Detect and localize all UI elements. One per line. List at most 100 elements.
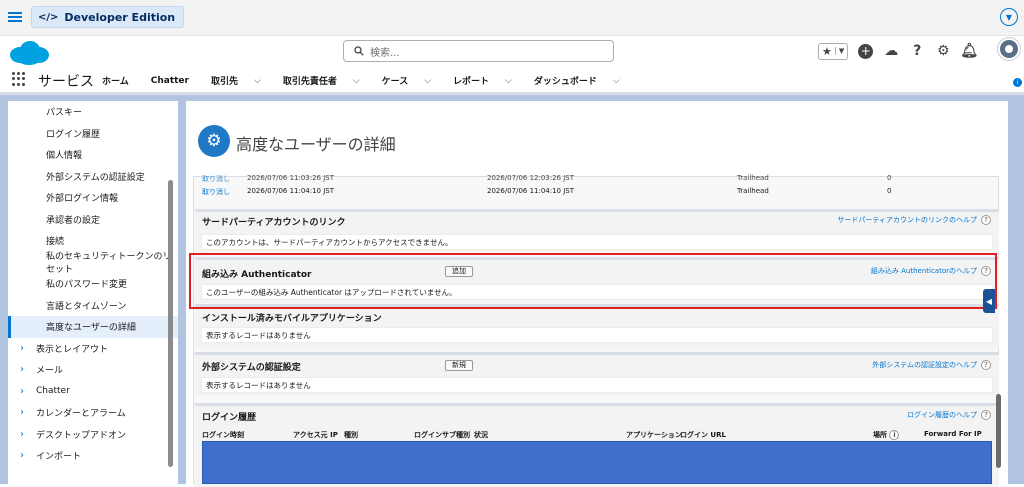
sidebar-item[interactable]: 外部ログイン情報 xyxy=(8,187,178,209)
edition-label: Developer Edition xyxy=(64,10,176,24)
help-link[interactable]: ログイン履歴のヘルプ? xyxy=(907,410,991,420)
column-header[interactable]: ログイン URL xyxy=(680,430,726,440)
chevron-down-icon: ▼ xyxy=(834,47,847,55)
sidebar-group[interactable]: › インポート xyxy=(8,445,178,467)
info-icon[interactable]: i xyxy=(1013,78,1022,87)
sidebar-group-label: Chatter xyxy=(36,386,70,397)
column-header[interactable]: ログインサブ種別 xyxy=(414,430,470,440)
nav-item[interactable]: レポート ⌵ xyxy=(453,74,512,88)
nav-item[interactable]: 取引先 ⌵ xyxy=(211,74,261,88)
global-actions-icon[interactable]: + xyxy=(858,43,874,59)
sidebar-group[interactable]: › Chatter xyxy=(8,381,178,403)
nav-item-label: ダッシュボード xyxy=(533,77,597,87)
chevron-right-icon: › xyxy=(20,407,24,419)
nav-item-label: Chatter xyxy=(150,75,189,86)
column-header[interactable]: アプリケーション xyxy=(626,430,682,440)
table-row: 取り消し 2026/07/06 11:03:26 JST 2026/07/06 … xyxy=(202,174,891,184)
row-date: 2026/07/06 11:04:10 JST xyxy=(487,187,575,195)
third-party-section: サードパーティアカウントのリンク サードパーティアカウントのリンクのヘルプ? こ… xyxy=(195,209,999,253)
app-launcher-icon[interactable] xyxy=(12,72,26,86)
sidebar-group[interactable]: › 表示とレイアウト xyxy=(8,338,178,360)
help-icon[interactable]: ? xyxy=(909,43,925,59)
nav-item[interactable]: ダッシュボード ⌵ xyxy=(533,74,620,88)
chevron-down-icon[interactable]: ▼ xyxy=(1000,8,1018,26)
main-scrollbar[interactable] xyxy=(996,394,1001,468)
new-button[interactable]: 新規 xyxy=(445,360,473,371)
sidebar-group[interactable]: › デスクトップアドオン xyxy=(8,424,178,446)
sidebar-group[interactable]: › メール xyxy=(8,359,178,381)
chevron-down-icon[interactable]: ⌵ xyxy=(505,76,512,86)
star-icon: ★ xyxy=(822,44,832,58)
nav-items: ホーム Chatter 取引先 ⌵ 取引先責任者 ⌵ ケース ⌵ レポート ⌵ ダッシュボード ⌵ xyxy=(102,74,642,88)
chevron-down-icon[interactable]: ⌵ xyxy=(254,76,261,86)
nav-item[interactable]: ホーム xyxy=(102,74,129,87)
chevron-right-icon: › xyxy=(20,450,24,462)
column-header[interactable]: アクセス元 IP xyxy=(293,430,338,440)
search-icon xyxy=(354,46,364,56)
section-body: このアカウントは、サードパーティアカウントからアクセスできません。 xyxy=(201,234,993,250)
sidebar-item[interactable]: 私のパスワード変更 xyxy=(8,273,178,295)
revoke-link[interactable]: 取り消し xyxy=(202,187,247,197)
edition-tab[interactable]: </> Developer Edition xyxy=(31,6,185,28)
column-header[interactable]: 場所 i xyxy=(873,430,900,440)
chevron-right-icon: › xyxy=(20,385,24,397)
revoke-link[interactable]: 取り消し xyxy=(202,174,247,184)
login-history-header: ログイン時刻 アクセス元 IP 種別 ログインサブ種別 状況 アプリケーション … xyxy=(202,430,992,440)
code-icon: </> xyxy=(38,11,59,23)
section-title: インストール済みモバイルアプリケーション xyxy=(202,314,382,324)
help-icon: ? xyxy=(981,360,991,370)
avatar[interactable] xyxy=(998,38,1020,60)
chevron-down-icon[interactable]: ⌵ xyxy=(353,76,360,86)
column-header[interactable]: 状況 xyxy=(474,430,488,440)
favorites-button[interactable]: ★ ▼ xyxy=(818,42,849,60)
sidebar-item[interactable]: 承認者の設定 xyxy=(8,209,178,231)
column-header[interactable]: Forward For IP xyxy=(924,430,982,438)
chevron-right-icon: › xyxy=(20,342,24,354)
nav-item[interactable]: Chatter xyxy=(151,74,189,87)
sidebar-item[interactable]: 高度なユーザーの詳細 xyxy=(8,316,178,338)
column-label: 場所 xyxy=(873,431,887,439)
table-row: 取り消し 2026/07/06 11:04:10 JST 2026/07/06 … xyxy=(202,187,891,197)
row-count: 0 xyxy=(887,187,892,195)
nav-item-label: ホーム xyxy=(102,77,129,87)
sidebar-item[interactable]: 言語とタイムゾーン xyxy=(8,295,178,317)
help-label: ログイン履歴のヘルプ xyxy=(907,411,977,419)
help-label: 外部システムの認証設定のヘルプ xyxy=(872,361,977,369)
salesforce-logo[interactable] xyxy=(8,40,50,66)
column-header[interactable]: 種別 xyxy=(344,430,358,440)
bell-icon[interactable]: 🔔︎ xyxy=(960,43,978,59)
sidebar-item[interactable]: 個人情報 xyxy=(8,144,178,166)
chevron-right-icon: › xyxy=(20,364,24,376)
sidebar-item[interactable]: パスキー xyxy=(8,101,178,123)
sidebar-item[interactable]: 私のセキュリティトークンのリセット xyxy=(8,252,178,275)
sidebar-scrollbar[interactable] xyxy=(168,180,173,467)
column-header[interactable]: ログイン時刻 xyxy=(202,430,244,440)
login-history-rows-selected[interactable] xyxy=(202,441,992,484)
sidebar-item[interactable]: 外部システムの認証設定 xyxy=(8,166,178,188)
sidebar-group[interactable]: › カレンダーとアラーム xyxy=(8,402,178,424)
nav-item[interactable]: ケース ⌵ xyxy=(382,74,431,88)
menu-icon[interactable] xyxy=(8,10,22,24)
global-search-input[interactable]: 検索... xyxy=(343,40,614,62)
row-date: 2026/07/06 11:04:10 JST xyxy=(247,187,335,195)
help-link[interactable]: 外部システムの認証設定のヘルプ? xyxy=(872,360,991,370)
gear-icon[interactable]: ⚙ xyxy=(935,43,951,59)
sidebar-group-label: カレンダーとアラーム xyxy=(36,409,126,420)
mobile-apps-section: インストール済みモバイルアプリケーション 表示するレコードはありません xyxy=(195,304,999,348)
setup-sidebar: パスキー ログイン履歴 個人情報 外部システムの認証設定 外部ログイン情報 承認者の設定接… xyxy=(8,101,178,484)
help-label: サードパーティアカウントのリンクのヘルプ xyxy=(837,216,977,224)
app-name: サービス xyxy=(38,74,94,90)
help-icon: ? xyxy=(981,410,991,420)
trailhead-icon[interactable]: ☁ xyxy=(883,43,899,59)
page-title: 高度なユーザーの詳細 xyxy=(236,135,396,154)
help-link[interactable]: サードパーティアカウントのリンクのヘルプ? xyxy=(837,215,991,225)
sidebar-item[interactable]: ログイン履歴 xyxy=(8,123,178,145)
section-body: 表示するレコードはありません xyxy=(201,327,993,343)
help-icon: ? xyxy=(981,215,991,225)
nav-item[interactable]: 取引先責任者 ⌵ xyxy=(283,74,360,88)
chevron-down-icon[interactable]: ⌵ xyxy=(613,76,620,86)
row-date: 2026/07/06 11:03:26 JST xyxy=(247,174,335,182)
section-title: ログイン履歴 xyxy=(202,413,257,423)
collapse-icon[interactable]: ◀ xyxy=(983,289,995,313)
chevron-down-icon[interactable]: ⌵ xyxy=(424,76,431,86)
